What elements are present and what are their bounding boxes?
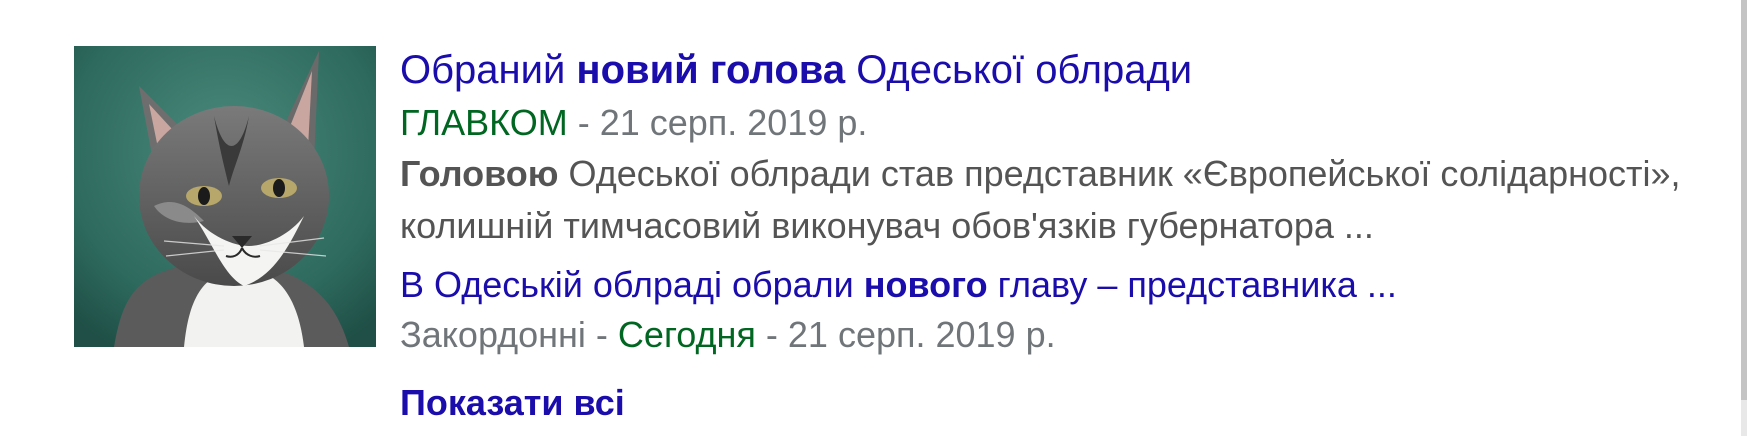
related-meta: Закордонні - Сегодня - 21 серп. 2019 р. [400, 310, 1747, 360]
related-article-link[interactable]: В Одеській облраді обрали нового главу –… [400, 260, 1747, 310]
related-date: 21 серп. 2019 р. [787, 314, 1056, 355]
scrollbar[interactable] [1741, 0, 1747, 436]
related-separator: - [755, 314, 788, 355]
scrollbar-thumb[interactable] [1741, 0, 1747, 400]
result-meta: ГЛАВКОМ - 21 серп. 2019 р. [400, 98, 1747, 148]
related-bold: нового [863, 264, 988, 305]
related-pre: В Одеській облраді обрали [400, 264, 864, 305]
result-thumbnail[interactable] [74, 46, 376, 347]
search-result: Обраний новий голова Одеської облради ГЛ… [400, 42, 1747, 428]
title-post: Одеської облради [845, 48, 1193, 92]
snippet-line1-rest: Одеської облради став представник «Європ… [558, 153, 1681, 194]
result-snippet-line-1: Головою Одеської облради став представни… [400, 148, 1747, 200]
result-date: 21 серп. 2019 р. [599, 102, 868, 143]
cat-image [74, 46, 376, 347]
related-post: главу – представника ... [987, 264, 1397, 305]
title-bold: новий голова [576, 48, 846, 92]
show-all-link[interactable]: Показати всі [400, 378, 625, 428]
result-source: ГЛАВКОМ [400, 102, 568, 143]
related-source: Сегодня [617, 314, 756, 355]
result-snippet-line-2: колишній тимчасовий виконувач обов'язків… [400, 205, 1374, 246]
result-title-link[interactable]: Обраний новий голова Одеської облради [400, 42, 1747, 98]
related-meta-prefix: Закордонні - [400, 314, 618, 355]
snippet-bold: Головою [400, 153, 559, 194]
meta-separator: - [567, 102, 600, 143]
title-pre: Обраний [400, 48, 577, 92]
